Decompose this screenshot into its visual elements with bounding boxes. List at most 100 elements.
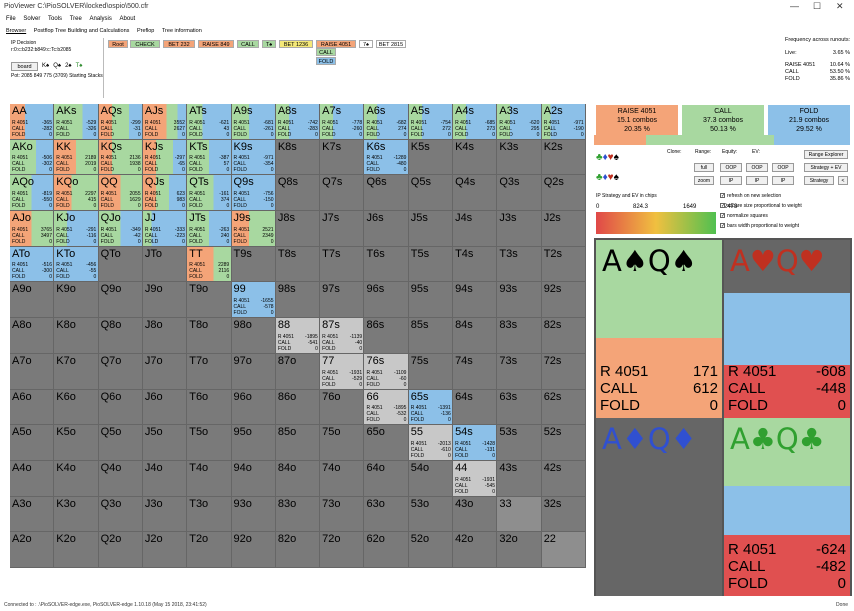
- close-icon[interactable]: ✕: [836, 0, 844, 13]
- hand-cell[interactable]: J7o: [142, 353, 188, 390]
- hand-cell[interactable]: Q5o: [98, 425, 143, 461]
- combo-card[interactable]: A♥Q♥ R 4051 -608 CALL -448 FOLD 0: [724, 240, 850, 418]
- hand-cell[interactable]: JTs R 4051 -263 CALL 240 FOLD 0: [187, 211, 232, 247]
- hand-cell[interactable]: 87s R 4051 -1139 CALL -40 FOLD 0: [320, 318, 365, 354]
- hand-cell[interactable]: J5s: [408, 211, 454, 247]
- hand-cell[interactable]: 99 R 4051 -1655 CALL -578 FOLD 0: [231, 282, 276, 319]
- hand-cell[interactable]: 73s: [497, 353, 542, 390]
- hand-cell[interactable]: AKo R 4051 -506 CALL -302 FOLD 0: [10, 139, 55, 176]
- hand-cell[interactable]: Q9o: [98, 282, 143, 319]
- hand-cell[interactable]: T8o: [187, 318, 232, 354]
- hand-cell[interactable]: T9s: [231, 246, 276, 283]
- hand-cell[interactable]: 74o: [320, 460, 365, 497]
- hand-cell[interactable]: 86s: [364, 318, 409, 354]
- hand-cell[interactable]: 94o: [231, 460, 276, 497]
- hand-cell[interactable]: A6o: [10, 389, 55, 426]
- hand-cell[interactable]: 94s: [453, 282, 498, 319]
- check-icon[interactable]: ✓: [720, 203, 725, 209]
- strategy-ev-button[interactable]: Strategy + EV: [804, 163, 848, 172]
- board-button[interactable]: board: [11, 62, 38, 71]
- menu-tree[interactable]: Tree: [70, 16, 82, 22]
- hand-cell[interactable]: A4o: [10, 460, 55, 497]
- hand-cell[interactable]: JTo: [142, 246, 188, 283]
- hand-cell[interactable]: T4o: [187, 460, 232, 497]
- hand-cell[interactable]: 52s: [541, 425, 586, 461]
- hand-cell[interactable]: A5s R 4051 -754 CALL 272 FOLD 0: [408, 104, 454, 140]
- hand-cell[interactable]: J3s: [497, 211, 542, 247]
- hand-cell[interactable]: 43s: [497, 460, 542, 497]
- hand-cell[interactable]: 93o: [231, 496, 276, 533]
- hand-cell[interactable]: 63o: [364, 496, 409, 533]
- range-explorer-button[interactable]: Range Explorer: [804, 150, 848, 159]
- hand-cell[interactable]: 42o: [453, 532, 498, 568]
- hand-cell[interactable]: T6o: [187, 389, 232, 426]
- summary-raise[interactable]: RAISE 4051 15.1 combos 20.35 %: [596, 105, 678, 135]
- refresh-checkbox[interactable]: ✓ refresh on new selection: [720, 193, 781, 199]
- hand-cell[interactable]: AQs R 4051 -299 CALL -31 FOLD 0: [98, 104, 143, 140]
- equity-ip-button[interactable]: IP: [746, 176, 768, 185]
- tab-postflop[interactable]: Postflop Tree Building and Calculations: [34, 28, 130, 34]
- hand-cell[interactable]: 32o: [497, 532, 542, 568]
- hand-cell[interactable]: K9o: [54, 282, 99, 319]
- tab-tree-information[interactable]: Tree information: [162, 28, 202, 34]
- hand-cell[interactable]: KTo R 4051 -456 CALL -55 FOLD 0: [54, 246, 99, 283]
- hand-cell[interactable]: 43o: [453, 496, 498, 533]
- hand-cell[interactable]: KJs R 4051 -297 CALL -65 FOLD 0: [142, 139, 188, 176]
- hand-cell[interactable]: 95s: [408, 282, 454, 319]
- hand-cell[interactable]: Q3o: [98, 496, 143, 533]
- hand-cell[interactable]: K4o: [54, 460, 99, 497]
- menu-file[interactable]: File: [6, 16, 16, 22]
- hand-cell[interactable]: Q6o: [98, 389, 143, 426]
- hand-cell[interactable]: 97s: [320, 282, 365, 319]
- hand-cell[interactable]: 75s: [408, 353, 454, 390]
- hand-cell[interactable]: K8s: [275, 139, 321, 176]
- hand-cell[interactable]: A4s R 4051 -685 CALL 273 FOLD 0: [453, 104, 498, 140]
- check-icon[interactable]: ✓: [720, 193, 725, 199]
- tree-node[interactable]: 7♠: [359, 40, 373, 48]
- hand-cell[interactable]: 66 R 4051 -1895 CALL -532 FOLD 0: [364, 389, 409, 426]
- hand-cell[interactable]: 97o: [231, 353, 276, 390]
- hand-cell[interactable]: K2o: [54, 532, 99, 568]
- hand-cell[interactable]: A2o: [10, 532, 55, 568]
- hand-cell[interactable]: J8s: [275, 211, 321, 247]
- hand-cell[interactable]: 54s R 4051 -1428 CALL -131 FOLD 0: [453, 425, 498, 461]
- hand-cell[interactable]: 62s: [541, 389, 586, 426]
- hand-cell[interactable]: Q8o: [98, 318, 143, 354]
- hand-cell[interactable]: 33: [497, 496, 542, 533]
- hand-cell[interactable]: Q3s: [497, 175, 542, 212]
- hand-cell[interactable]: K3s: [497, 139, 542, 176]
- hand-cell[interactable]: 76s R 4051 -1109 CALL -60 FOLD 0: [364, 353, 409, 390]
- check-icon[interactable]: ✓: [720, 213, 725, 219]
- hand-cell[interactable]: 95o: [231, 425, 276, 461]
- hand-cell[interactable]: T5s: [408, 246, 454, 283]
- full-button[interactable]: full: [694, 163, 714, 172]
- tree-node[interactable]: CHECK: [130, 40, 160, 48]
- hand-cell[interactable]: 96o: [231, 389, 276, 426]
- hand-cell[interactable]: J8o: [142, 318, 188, 354]
- hand-cell[interactable]: 42s: [541, 460, 586, 497]
- equity-oop-button[interactable]: OOP: [746, 163, 768, 172]
- tree-node[interactable]: T♠: [262, 40, 276, 48]
- hand-cell[interactable]: AQo R 4051 -819 CALL -550 FOLD 0: [10, 175, 55, 212]
- tree-node[interactable]: CALL: [316, 48, 336, 56]
- hand-cell[interactable]: K2s: [541, 139, 586, 176]
- tree-node[interactable]: BET 2815: [376, 40, 406, 48]
- hand-cell[interactable]: K6s R 4051 -1289 CALL -480 FOLD 0: [364, 139, 409, 176]
- hand-cell[interactable]: Q8s: [275, 175, 321, 212]
- hand-cell[interactable]: A5o: [10, 425, 55, 461]
- hand-cell[interactable]: T3o: [187, 496, 232, 533]
- hand-cell[interactable]: T8s: [275, 246, 321, 283]
- hand-cell[interactable]: AJs R 4051 3552 CALL 2627 FOLD 0: [142, 104, 188, 140]
- maximize-icon[interactable]: ☐: [813, 0, 821, 13]
- tree-node[interactable]: Root: [108, 40, 128, 48]
- hand-cell[interactable]: A9s R 4051 -681 CALL -261 FOLD 0: [231, 104, 276, 140]
- hand-cell[interactable]: A2s R 4051 -971 CALL -190 FOLD 0: [541, 104, 586, 140]
- hand-cell[interactable]: J2s: [541, 211, 586, 247]
- hand-cell[interactable]: J9o: [142, 282, 188, 319]
- hand-cell[interactable]: 87o: [275, 353, 321, 390]
- hand-cell[interactable]: J3o: [142, 496, 188, 533]
- combo-card[interactable]: A♣Q♣ R 4051 -624 CALL -482 FOLD 0: [724, 418, 850, 596]
- hand-cell[interactable]: K7s: [320, 139, 365, 176]
- hand-cell[interactable]: QTs R 4051 -161 CALL 374 FOLD 0: [187, 175, 232, 212]
- range-ip-button[interactable]: IP: [720, 176, 742, 185]
